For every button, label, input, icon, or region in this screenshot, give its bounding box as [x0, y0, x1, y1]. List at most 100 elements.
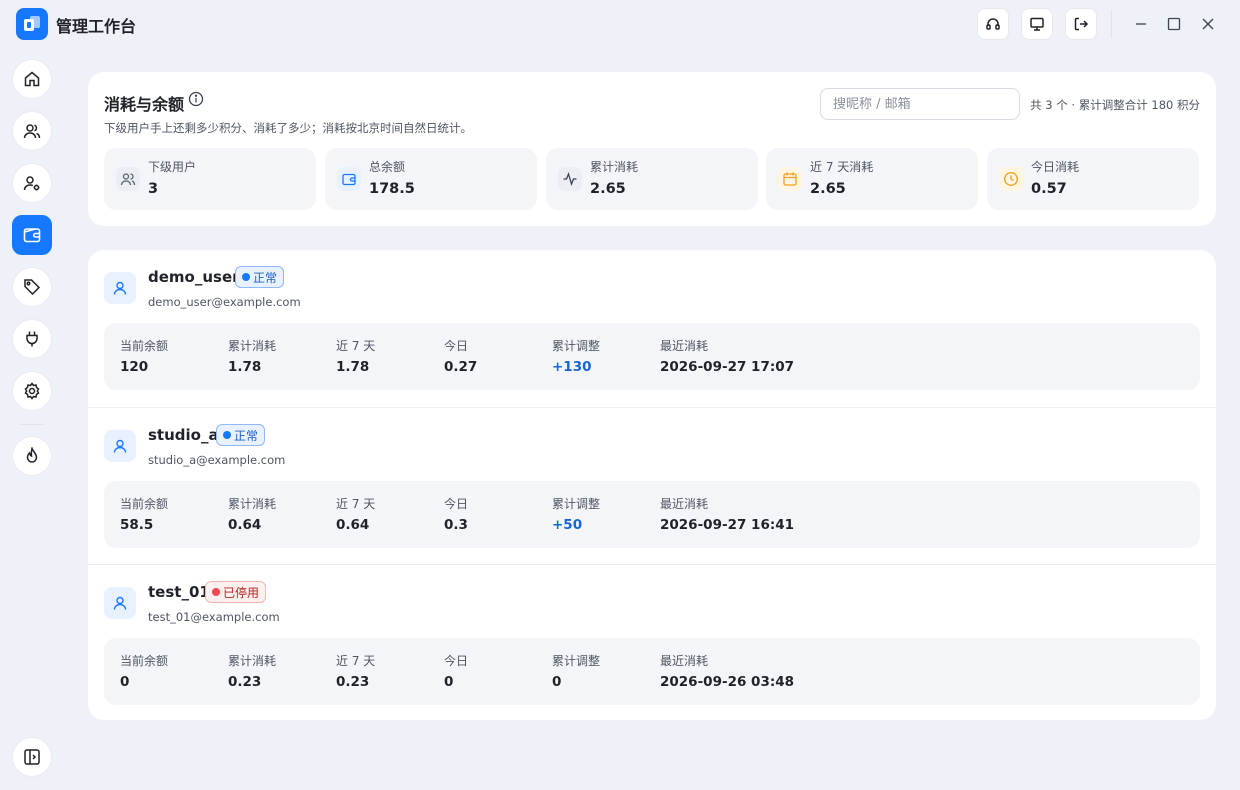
summary-card: 消耗与余额 下级用户手上还剩多少积分、消耗了多少；消耗按北京时间自然日统计。 共…	[88, 72, 1216, 226]
status-badge: 正常	[235, 266, 285, 288]
flame-icon[interactable]	[12, 436, 52, 476]
users-icon	[116, 167, 140, 191]
gear-icon[interactable]	[12, 371, 52, 411]
user-avatar-icon	[104, 272, 136, 304]
app-logo-icon	[16, 8, 48, 40]
page-subtitle: 下级用户手上还剩多少积分、消耗了多少；消耗按北京时间自然日统计。	[104, 121, 472, 135]
wallet-icon[interactable]	[12, 215, 52, 255]
stat-label: 今日消耗	[1031, 160, 1080, 174]
adjustment-value: 0	[552, 674, 562, 690]
user-avatar-icon	[104, 587, 136, 619]
users-icon[interactable]	[12, 111, 52, 151]
page-title: 消耗与余额	[104, 95, 185, 114]
tag-icon[interactable]	[12, 267, 52, 307]
column-label: 最近消耗	[660, 654, 709, 668]
today-consumption-value: 0	[444, 674, 454, 690]
last-consumption-value: 2026-09-27 16:41	[660, 517, 795, 533]
column-label: 今日	[444, 497, 469, 511]
home-icon[interactable]	[12, 59, 52, 99]
wallet-icon	[337, 167, 361, 191]
column-label: 当前余额	[120, 497, 169, 511]
total-consumption-value: 1.78	[228, 359, 262, 375]
close-icon[interactable]	[1196, 12, 1220, 36]
stat-label: 总余额	[369, 160, 406, 174]
week-consumption-value: 0.23	[336, 674, 370, 690]
clock-icon	[999, 167, 1023, 191]
stat-label: 近 7 天消耗	[810, 160, 874, 174]
stat-users: 下级用户 3	[104, 148, 316, 210]
stat-value: 2.65	[810, 181, 846, 197]
column-label: 累计调整	[552, 497, 601, 511]
user-name: test_01	[148, 583, 210, 601]
user-name: studio_a	[148, 426, 219, 444]
stat-total-balance: 总余额 178.5	[325, 148, 537, 210]
column-label: 今日	[444, 654, 469, 668]
titlebar-divider	[1111, 10, 1112, 38]
column-label: 当前余额	[120, 339, 169, 353]
title-bar: 管理工作台	[0, 0, 1240, 48]
user-name: demo_user	[148, 268, 240, 286]
week-consumption-value: 0.64	[336, 517, 370, 533]
user-list: demo_user 正常 demo_user@example.com 当前余额 1…	[88, 250, 1216, 720]
search-input[interactable]	[820, 88, 1020, 120]
info-icon[interactable]	[188, 91, 204, 111]
stat-total-consumption: 累计消耗 2.65	[546, 148, 758, 210]
stat-value: 3	[148, 181, 159, 197]
column-label: 近 7 天	[336, 339, 376, 353]
stat-label: 下级用户	[148, 160, 197, 174]
column-label: 近 7 天	[336, 654, 376, 668]
column-label: 累计消耗	[228, 497, 277, 511]
column-label: 最近消耗	[660, 339, 709, 353]
stat-label: 累计消耗	[590, 160, 639, 174]
status-badge: 正常	[216, 424, 266, 446]
minimize-icon[interactable]	[1129, 12, 1153, 36]
column-label: 今日	[444, 339, 469, 353]
monitor-icon[interactable]	[1021, 8, 1053, 40]
today-consumption-value: 0.3	[444, 517, 468, 533]
total-consumption-value: 0.64	[228, 517, 262, 533]
stat-week-consumption: 近 7 天消耗 2.65	[766, 148, 978, 210]
column-label: 最近消耗	[660, 497, 709, 511]
column-label: 累计消耗	[228, 339, 277, 353]
stat-value: 0.57	[1031, 181, 1067, 197]
user-avatar-icon	[104, 430, 136, 462]
list-item[interactable]: demo_user 正常 demo_user@example.com 当前余额 1…	[88, 250, 1216, 407]
last-consumption-value: 2026-09-27 17:07	[660, 359, 795, 375]
maximize-icon[interactable]	[1162, 12, 1186, 36]
logout-icon[interactable]	[1065, 8, 1097, 40]
stat-value: 2.65	[590, 181, 626, 197]
user-stats: 当前余额 0 累计消耗 0.23 近 7 天 0.23 今日 0 累计调整 0 最近消耗 2…	[104, 638, 1200, 705]
user-email: test_01@example.com	[148, 610, 280, 624]
user-stats: 当前余额 120 累计消耗 1.78 近 7 天 1.78 今日 0.27 累计调整 +1…	[104, 323, 1200, 390]
adjustment-value: +130	[552, 359, 592, 375]
column-label: 近 7 天	[336, 497, 376, 511]
user-settings-icon[interactable]	[12, 163, 52, 203]
balance-value: 120	[120, 359, 149, 375]
adjustment-value: +50	[552, 517, 583, 533]
status-badge: 已停用	[205, 581, 267, 603]
summary-count: 共 3 个 · 累计调整合计 180 积分	[1030, 98, 1200, 112]
user-email: studio_a@example.com	[148, 453, 286, 467]
week-consumption-value: 1.78	[336, 359, 370, 375]
user-email: demo_user@example.com	[148, 295, 301, 309]
list-item[interactable]: test_01 已停用 test_01@example.com 当前余额 0 累计…	[88, 564, 1216, 721]
list-item[interactable]: studio_a 正常 studio_a@example.com 当前余额 58.…	[88, 407, 1216, 564]
sidebar-divider	[20, 424, 44, 425]
app-title: 管理工作台	[56, 17, 137, 36]
stat-today-consumption: 今日消耗 0.57	[987, 148, 1199, 210]
calendar-icon	[778, 167, 802, 191]
last-consumption-value: 2026-09-26 03:48	[660, 674, 795, 690]
user-stats: 当前余额 58.5 累计消耗 0.64 近 7 天 0.64 今日 0.3 累计调整 +5…	[104, 481, 1200, 548]
activity-icon	[558, 167, 582, 191]
headset-icon[interactable]	[977, 8, 1009, 40]
today-consumption-value: 0.27	[444, 359, 478, 375]
balance-value: 0	[120, 674, 130, 690]
stat-value: 178.5	[369, 181, 415, 197]
collapse-sidebar-icon[interactable]	[12, 737, 52, 777]
column-label: 累计消耗	[228, 654, 277, 668]
column-label: 当前余额	[120, 654, 169, 668]
balance-value: 58.5	[120, 517, 154, 533]
column-label: 累计调整	[552, 339, 601, 353]
plug-icon[interactable]	[12, 319, 52, 359]
column-label: 累计调整	[552, 654, 601, 668]
